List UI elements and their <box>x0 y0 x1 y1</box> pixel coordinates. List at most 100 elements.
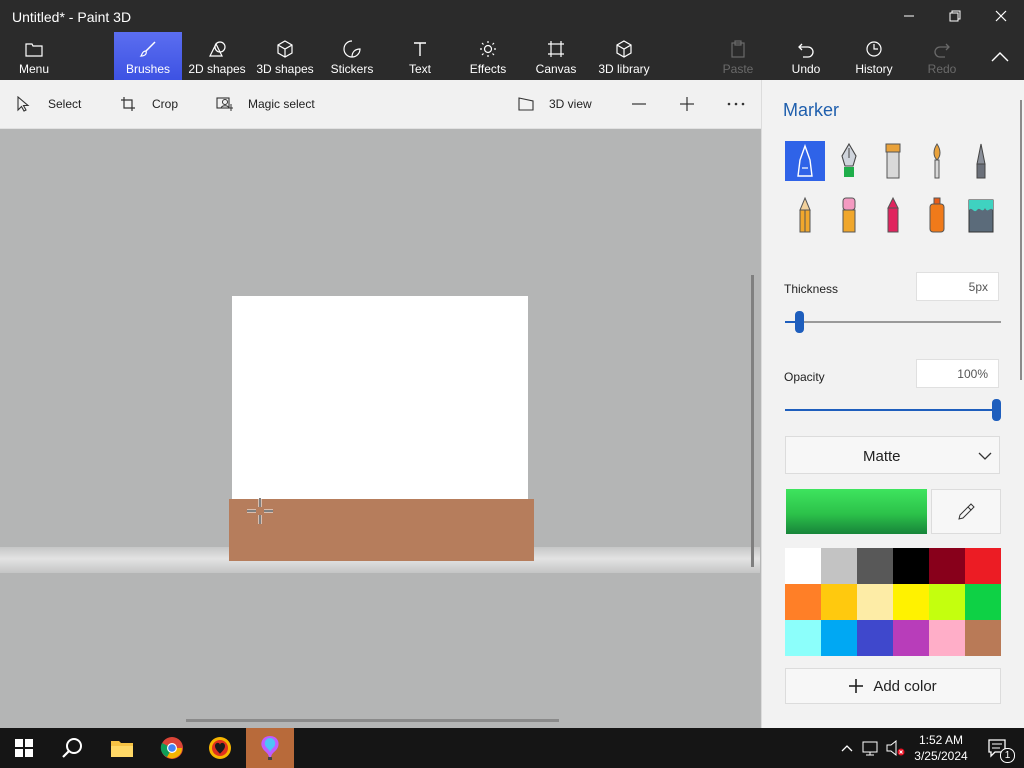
clock-time: 1:52 AM <box>918 733 964 747</box>
fill-brush[interactable] <box>961 195 1001 235</box>
eyedropper-button[interactable] <box>931 489 1001 534</box>
file-explorer-button[interactable] <box>98 728 146 768</box>
clock[interactable]: 1:52 AM 3/25/2024 <box>908 728 974 768</box>
undo-button[interactable]: Undo <box>786 32 826 80</box>
chevron-up-icon <box>841 745 853 752</box>
opacity-input[interactable]: 100% <box>916 359 999 388</box>
redo-icon <box>934 43 950 58</box>
magic-select-tool[interactable]: Magic select <box>216 80 315 128</box>
finish-dropdown[interactable]: Matte <box>785 436 1000 474</box>
calligraphy-pen-brush[interactable] <box>829 141 869 181</box>
current-color-swatch[interactable] <box>786 489 927 534</box>
tab-stickers[interactable]: Stickers <box>328 32 376 80</box>
chevron-down-icon <box>978 452 992 460</box>
palette-swatch[interactable] <box>821 620 857 656</box>
more-options-button[interactable] <box>727 80 745 128</box>
3d-view-button[interactable]: 3D view <box>517 80 592 128</box>
media-player-button[interactable] <box>196 728 244 768</box>
redo-button[interactable]: Redo <box>924 32 960 80</box>
pixel-pen-brush[interactable] <box>961 141 1001 181</box>
add-color-button[interactable]: Add color <box>785 668 1001 704</box>
vertical-scrollbar[interactable] <box>751 275 754 567</box>
oil-brush[interactable] <box>873 141 913 181</box>
palette-swatch[interactable] <box>893 620 929 656</box>
ellipsis-icon <box>727 102 745 106</box>
palette-swatch[interactable] <box>965 584 1001 620</box>
palette-swatch[interactable] <box>965 548 1001 584</box>
pencil-icon <box>799 196 811 233</box>
spray-can-icon <box>929 197 945 233</box>
chrome-button[interactable] <box>148 728 196 768</box>
clock-date: 3/25/2024 <box>914 749 968 763</box>
horizontal-scrollbar[interactable] <box>186 719 559 722</box>
palette-swatch[interactable] <box>785 620 821 656</box>
history-icon <box>866 41 882 57</box>
crayon-brush[interactable] <box>873 195 913 235</box>
file-explorer-icon <box>111 741 133 757</box>
zoom-out-button[interactable] <box>631 80 647 128</box>
eraser-icon <box>842 197 856 233</box>
opacity-slider-fill <box>785 409 996 411</box>
brush-panel: Marker Thickness 5px Opacity 100% Matte <box>761 80 1024 728</box>
zoom-in-button[interactable] <box>679 80 695 128</box>
paste-button[interactable]: Paste <box>720 32 756 80</box>
palette-swatch[interactable] <box>857 620 893 656</box>
cursor-icon <box>17 96 30 112</box>
palette-swatch[interactable] <box>821 584 857 620</box>
paint-3d-taskbar-button[interactable] <box>246 728 294 768</box>
pencil-brush[interactable] <box>785 195 825 235</box>
show-hidden-icons-button[interactable] <box>838 728 856 768</box>
palette-swatch[interactable] <box>785 548 821 584</box>
tab-2d-shapes[interactable]: 2D shapes <box>188 32 246 80</box>
palette-swatch[interactable] <box>929 548 965 584</box>
thickness-slider-thumb[interactable] <box>795 311 805 333</box>
menu-button[interactable]: Menu <box>10 32 58 80</box>
tab-effects[interactable]: Effects <box>466 32 510 80</box>
collapse-ribbon-button[interactable] <box>984 32 1016 80</box>
tab-canvas[interactable]: Canvas <box>534 32 578 80</box>
tab-3d-shapes[interactable]: 3D shapes <box>256 32 314 80</box>
spray-can-brush[interactable] <box>917 195 957 235</box>
palette-swatch[interactable] <box>857 584 893 620</box>
drawing-canvas[interactable] <box>232 296 528 501</box>
eraser-brush[interactable] <box>829 195 869 235</box>
crosshair-cursor-icon <box>247 498 273 524</box>
volume-button[interactable] <box>884 728 906 768</box>
minimize-button[interactable] <box>886 0 932 32</box>
start-button[interactable] <box>0 728 48 768</box>
watercolor-brush[interactable] <box>917 141 957 181</box>
notifications-button[interactable]: 1 <box>978 728 1018 768</box>
oil-brush-icon <box>885 143 901 179</box>
palette-swatch[interactable] <box>929 584 965 620</box>
select-tool[interactable]: Select <box>16 80 81 128</box>
restore-button[interactable] <box>932 0 978 32</box>
palette-swatch[interactable] <box>785 584 821 620</box>
palette-swatch[interactable] <box>857 548 893 584</box>
search-icon <box>62 738 82 758</box>
palette-swatch[interactable] <box>893 584 929 620</box>
canvas-icon <box>548 41 564 57</box>
palette-swatch[interactable] <box>929 620 965 656</box>
tab-brushes[interactable]: Brushes <box>114 32 182 80</box>
crop-tool[interactable]: Crop <box>120 80 178 128</box>
thickness-slider-track[interactable] <box>785 321 1001 323</box>
search-button[interactable] <box>48 728 96 768</box>
opacity-slider-thumb[interactable] <box>992 399 1001 421</box>
network-button[interactable] <box>860 728 882 768</box>
close-button[interactable] <box>978 0 1024 32</box>
palette-swatch[interactable] <box>821 548 857 584</box>
canvas-area[interactable] <box>0 129 760 728</box>
windows-logo-icon <box>15 739 33 757</box>
tab-3d-library[interactable]: 3D library <box>596 32 652 80</box>
palette-swatch[interactable] <box>893 548 929 584</box>
palette-swatch[interactable] <box>965 620 1001 656</box>
history-button[interactable]: History <box>852 32 896 80</box>
marker-brush[interactable] <box>785 141 825 181</box>
panel-scrollbar[interactable] <box>1020 100 1022 380</box>
thickness-input[interactable]: 5px <box>916 272 999 301</box>
undo-icon <box>798 43 814 58</box>
crayon-icon <box>887 196 899 233</box>
tab-text[interactable]: Text <box>400 32 440 80</box>
brush-icon <box>139 41 156 57</box>
title-bar: Untitled* - Paint 3D <box>0 0 1024 32</box>
